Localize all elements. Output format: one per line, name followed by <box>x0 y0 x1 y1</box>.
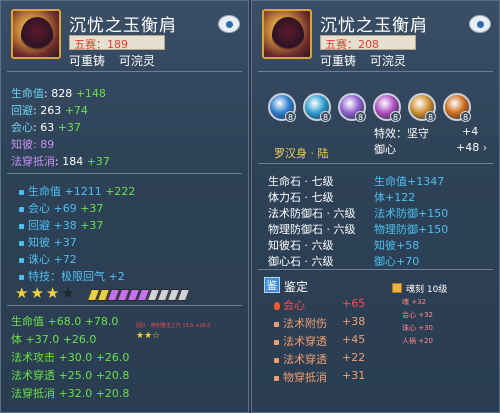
extra-stat-row: 特技：极限回气 +2 <box>19 268 125 284</box>
tag-refine: 可浣灵 <box>369 54 406 68</box>
mini-star-rating: ★★☆ <box>136 331 161 341</box>
item-name: 沉忧之玉衡肩 <box>320 16 428 36</box>
chevron-right-icon: › <box>482 141 488 154</box>
stone-effect: 知彼+58 <box>374 239 420 252</box>
stone-name: 知彼石 · 六级 <box>268 239 334 252</box>
item-tags: 可重铸 可浣灵 <box>320 52 416 69</box>
stone-effect: 御心+70 <box>374 255 420 268</box>
price-box: 五赛：208 <box>320 35 416 51</box>
divider <box>258 269 493 270</box>
identify-title: 鉴定 <box>284 280 309 294</box>
extra-stat-row: 诛心 +72 <box>19 251 77 267</box>
divider <box>7 305 242 306</box>
gem-slot-icon[interactable]: 8 <box>443 93 471 122</box>
star-rating: ★ ★ ★ ★ <box>15 284 77 302</box>
trait-row: 特效：坚守 <box>374 127 429 140</box>
star-icon: ★ <box>61 284 75 302</box>
identify-stat-row: 物穿抵消 <box>274 369 327 385</box>
refine-stat-row: 生命值 +68.0 +78.0 <box>11 315 119 328</box>
stone-name: 体力石 · 七级 <box>268 191 334 204</box>
identify-icon: 鉴 <box>264 277 280 293</box>
enhance-bars <box>86 286 191 301</box>
fire-icon <box>274 302 280 310</box>
tag-recast: 可重铸 <box>69 54 106 68</box>
item-name: 沉忧之玉衡肩 <box>69 16 177 36</box>
item-header: 沉忧之玉衡肩 五赛：189 可重铸 可浣灵 <box>5 5 244 69</box>
tag-refine: 可浣灵 <box>118 54 155 68</box>
base-stat-row: 知彼: 89 <box>11 138 55 151</box>
soul-carve-icon <box>392 283 402 293</box>
soul-title: 魂刻 10级 <box>406 285 448 295</box>
refine-note: 团队 · 穿刺重击上升 13.0 +26.0 <box>136 323 211 329</box>
shoulder-armor-icon <box>262 9 312 59</box>
gem-level: 8 <box>285 111 296 122</box>
identify-stat-value: +22 <box>342 351 366 364</box>
extra-stat-row: 知彼 +37 <box>19 234 77 250</box>
refine-stat-row: 体 +37.0 +26.0 <box>11 333 97 346</box>
gem-level: 8 <box>425 111 436 122</box>
refine-stat-row: 法术穿透 +25.0 +20.8 <box>11 369 130 382</box>
identify-stat-value: +65 <box>342 297 366 310</box>
gem-slot-icon[interactable]: 8 <box>268 93 296 122</box>
identify-stat-value: +31 <box>342 369 366 382</box>
stone-name: 物理防御石 · 六级 <box>268 223 356 236</box>
stone-effect: 物理防御+150 <box>374 223 449 236</box>
gem-level: 8 <box>460 111 471 122</box>
gem-level: 8 <box>320 111 331 122</box>
gem-slot-icon[interactable]: 8 <box>303 93 331 122</box>
extra-stat-row: 回避 +38 +37 <box>19 217 103 233</box>
divider <box>7 71 242 72</box>
refine-stat-row: 法穿抵消 +32.0 +20.8 <box>11 387 130 400</box>
price: 五赛：189 <box>74 38 128 51</box>
refine-stat-row: 法术攻击 +30.0 +26.0 <box>11 351 130 364</box>
star-icon: ★ <box>45 284 60 302</box>
base-stat-row: 生命值: 828 +148 <box>11 87 106 100</box>
item-header: 沉忧之玉衡肩 五赛：208 可重铸 可浣灵 <box>256 5 495 69</box>
eye-icon[interactable] <box>218 15 240 33</box>
soul-stat-row: 人祸 +20 <box>402 337 434 345</box>
stone-name: 法术防御石 · 六级 <box>268 207 356 220</box>
price: 五赛：208 <box>325 38 379 51</box>
stone-name: 御心石 · 六级 <box>268 255 334 268</box>
identify-stat-row: 法术附伤 <box>274 315 327 331</box>
price-box: 五赛：189 <box>69 35 165 51</box>
gem-level: 8 <box>390 111 401 122</box>
soul-stat-row: 诛心 +30 <box>402 324 434 332</box>
base-stat-row: 回避: 263 +74 <box>11 104 88 117</box>
identify-stat-value: +45 <box>342 333 366 346</box>
gem-slot-icon[interactable]: 8 <box>338 93 366 122</box>
divider <box>7 173 242 174</box>
star-icon: ★ <box>30 284 44 302</box>
divider <box>258 71 493 72</box>
star-icon: ★ <box>15 284 29 302</box>
extra-stat-row: 会心 +69 +37 <box>19 200 103 216</box>
stone-name: 生命石 · 七级 <box>268 175 334 188</box>
suit-name: 罗汉身 · 陆 <box>274 147 329 160</box>
soul-stat-row: 会心 +32 <box>402 311 434 319</box>
gem-slot-icon[interactable]: 8 <box>373 93 401 122</box>
identify-stat-value: +38 <box>342 315 366 328</box>
item-tooltip-left: 沉忧之玉衡肩 五赛：189 可重铸 可浣灵 生命值: 828 +148 回避: … <box>0 0 249 413</box>
soul-stat-row: 魂 +32 <box>402 298 427 306</box>
base-stat-row: 会心: 63 +37 <box>11 121 81 134</box>
stone-effect: 法术防御+150 <box>374 207 449 220</box>
identify-stat-row: 法术穿透 <box>274 351 327 367</box>
gem-level: 8 <box>355 111 366 122</box>
suit-effect-value[interactable]: +48 › <box>456 141 487 154</box>
divider <box>258 163 493 164</box>
identify-stat-row: 法术穿透 <box>274 333 327 349</box>
suit-effect-row[interactable]: 御心 <box>374 141 396 157</box>
tag-recast: 可重铸 <box>320 54 357 68</box>
eye-icon[interactable] <box>469 15 491 33</box>
base-stat-row: 法穿抵消: 184 +37 <box>11 155 110 168</box>
gem-slot-icon[interactable]: 8 <box>408 93 436 122</box>
trait-value: +4 <box>462 125 479 138</box>
identify-stat-row: 会心 <box>274 297 305 313</box>
extra-stat-row: 生命值 +1211 +222 <box>19 183 135 199</box>
shoulder-armor-icon <box>11 9 61 59</box>
stone-effect: 体+122 <box>374 191 416 204</box>
stone-effect: 生命值+1347 <box>374 175 445 188</box>
item-tooltip-right: 沉忧之玉衡肩 五赛：208 可重铸 可浣灵 8 8 8 8 8 8 特效：坚守 +4 罗汉… <box>251 0 500 413</box>
item-tags: 可重铸 可浣灵 <box>69 52 165 69</box>
